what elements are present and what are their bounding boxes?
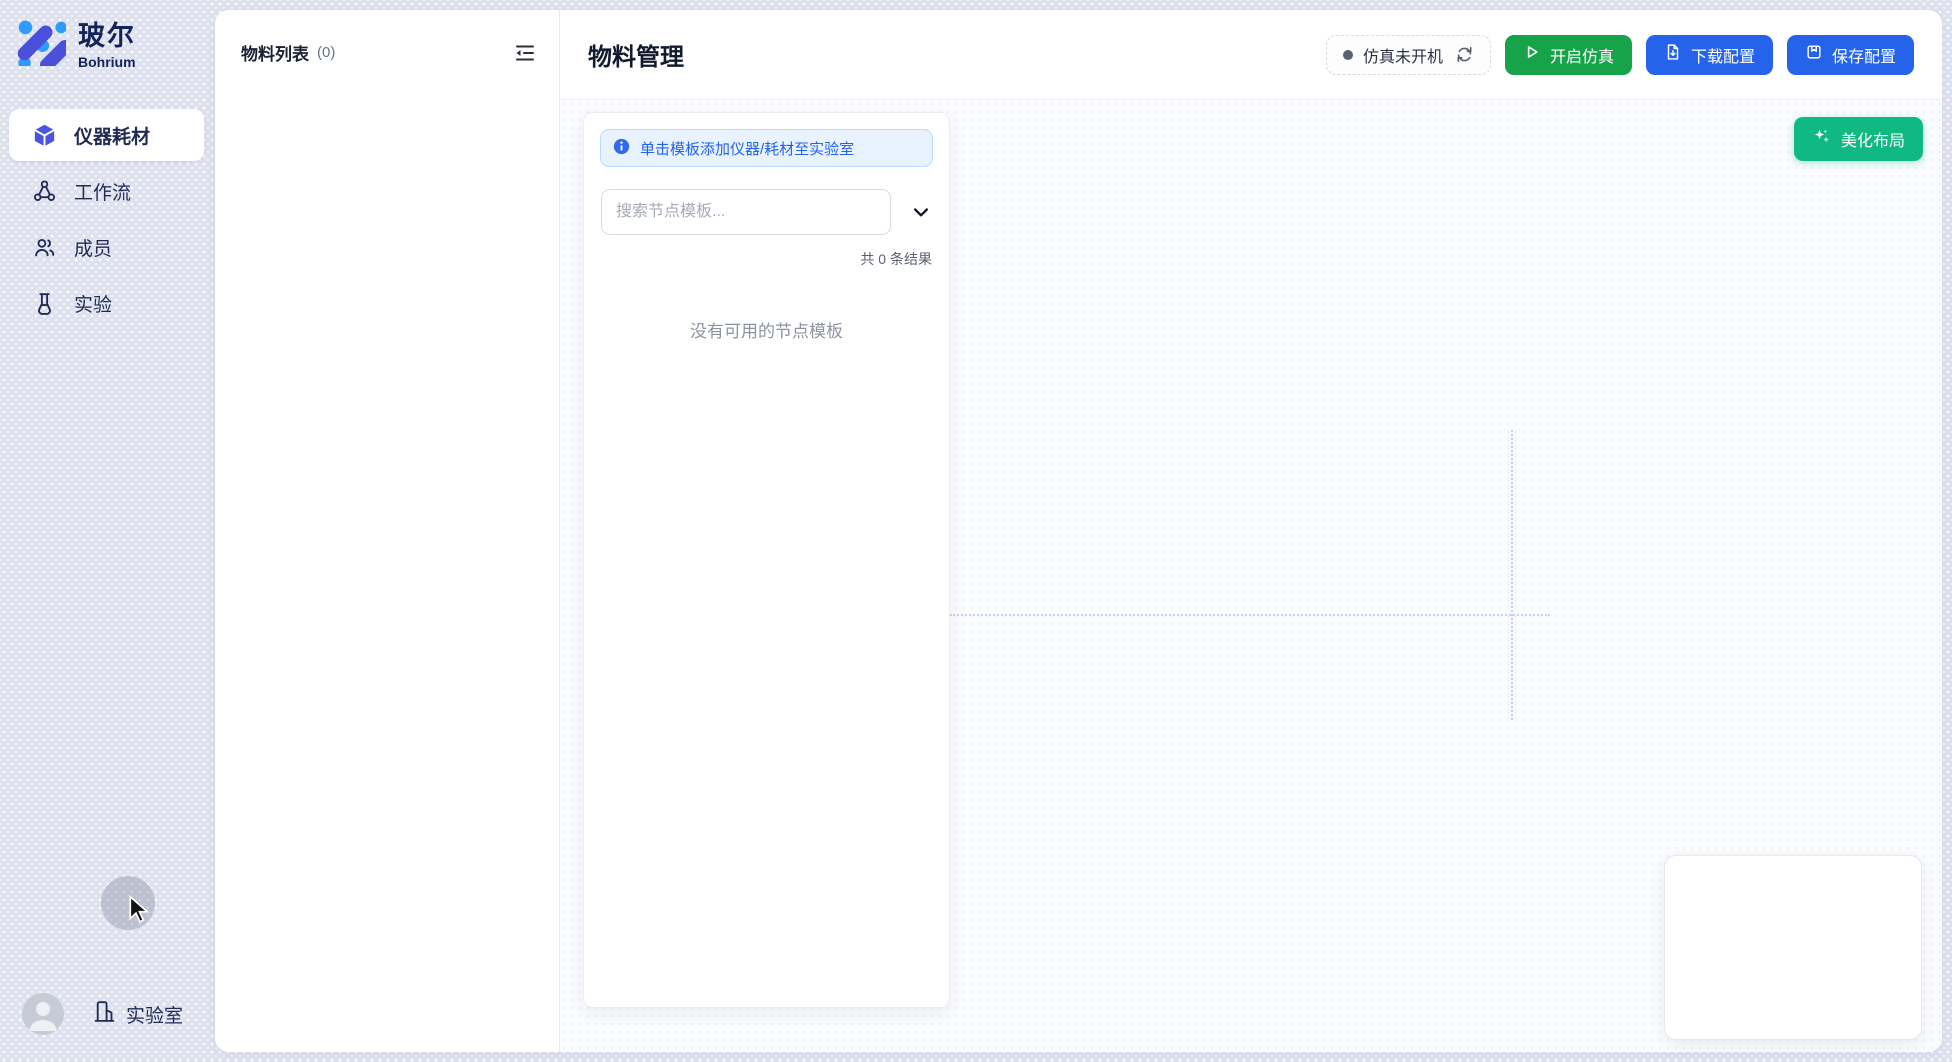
sidebar-item-label: 工作流 [74, 178, 131, 205]
beautify-layout-button[interactable]: 美化布局 [1794, 117, 1923, 161]
search-input[interactable] [601, 189, 891, 235]
info-icon [613, 138, 630, 159]
status-dot-icon [1343, 50, 1353, 60]
template-panel: 单击模板添加仪器/耗材至实验室 共 0 条结果 没有可用的节点模板 [583, 112, 950, 1008]
brand-subname: Bohrium [78, 54, 136, 70]
refresh-icon[interactable] [1455, 45, 1474, 64]
sidebar-item-experiments[interactable]: 实验 [9, 277, 204, 329]
brand-logo-icon [12, 12, 66, 71]
sidebar-item-workflow[interactable]: 工作流 [9, 165, 204, 217]
person-icon [22, 993, 64, 1035]
sidebar-item-members[interactable]: 成员 [9, 221, 204, 273]
file-download-icon [1664, 43, 1682, 66]
sparkles-icon [1812, 127, 1831, 151]
simulation-status[interactable]: 仿真未开机 [1326, 35, 1491, 75]
panel-count: (0) [317, 44, 335, 61]
menu-fold-icon [513, 41, 537, 65]
canvas-guide-vertical [1511, 430, 1513, 720]
workflow-icon [31, 178, 58, 205]
lab-label: 实验室 [126, 1001, 183, 1028]
collapse-panel-button[interactable] [513, 41, 537, 65]
save-config-button[interactable]: 保存配置 [1787, 35, 1914, 75]
lab-switcher[interactable]: 实验室 [92, 993, 183, 1035]
brand-name: 玻尔 [78, 14, 136, 53]
building-icon [92, 999, 117, 1030]
empty-state-text: 没有可用的节点模板 [584, 317, 949, 342]
panel-title: 物料列表 [241, 40, 309, 65]
page-title: 物料管理 [588, 37, 684, 72]
sidebar: 玻尔 Bohrium 仪器耗材 工作流 [0, 0, 213, 1062]
result-count: 共 0 条结果 [584, 249, 932, 269]
sidebar-item-instruments[interactable]: 仪器耗材 [9, 109, 204, 161]
material-list-panel: 物料列表 (0) [215, 10, 560, 1052]
avatar[interactable] [22, 993, 64, 1035]
hint-banner-text: 单击模板添加仪器/耗材至实验室 [640, 138, 854, 159]
lab-canvas[interactable]: 单击模板添加仪器/耗材至实验室 共 0 条结果 没有可用的节点模板 [560, 100, 1942, 1052]
hint-banner: 单击模板添加仪器/耗材至实验室 [600, 129, 933, 167]
sidebar-nav: 仪器耗材 工作流 成员 [0, 109, 213, 329]
download-config-button[interactable]: 下载配置 [1646, 35, 1773, 75]
content-header: 物料管理 仿真未开机 [560, 10, 1942, 100]
main-window: 物料列表 (0) 物料管理 仿真未开机 [215, 10, 1942, 1052]
mouse-cursor [124, 894, 154, 924]
sidebar-item-label: 仪器耗材 [74, 122, 150, 149]
minimap[interactable] [1664, 855, 1922, 1040]
status-label: 仿真未开机 [1363, 43, 1443, 67]
start-simulation-button[interactable]: 开启仿真 [1505, 35, 1632, 75]
canvas-guide-horizontal [950, 614, 1550, 616]
save-icon [1805, 43, 1823, 66]
play-icon [1523, 43, 1541, 66]
chevron-down-icon[interactable] [909, 200, 933, 224]
sidebar-item-label: 成员 [74, 234, 112, 261]
members-icon [31, 234, 58, 261]
cube-icon [31, 122, 58, 149]
brand-logo[interactable]: 玻尔 Bohrium [0, 0, 213, 71]
experiment-icon [31, 290, 58, 317]
sidebar-item-label: 实验 [74, 290, 112, 317]
